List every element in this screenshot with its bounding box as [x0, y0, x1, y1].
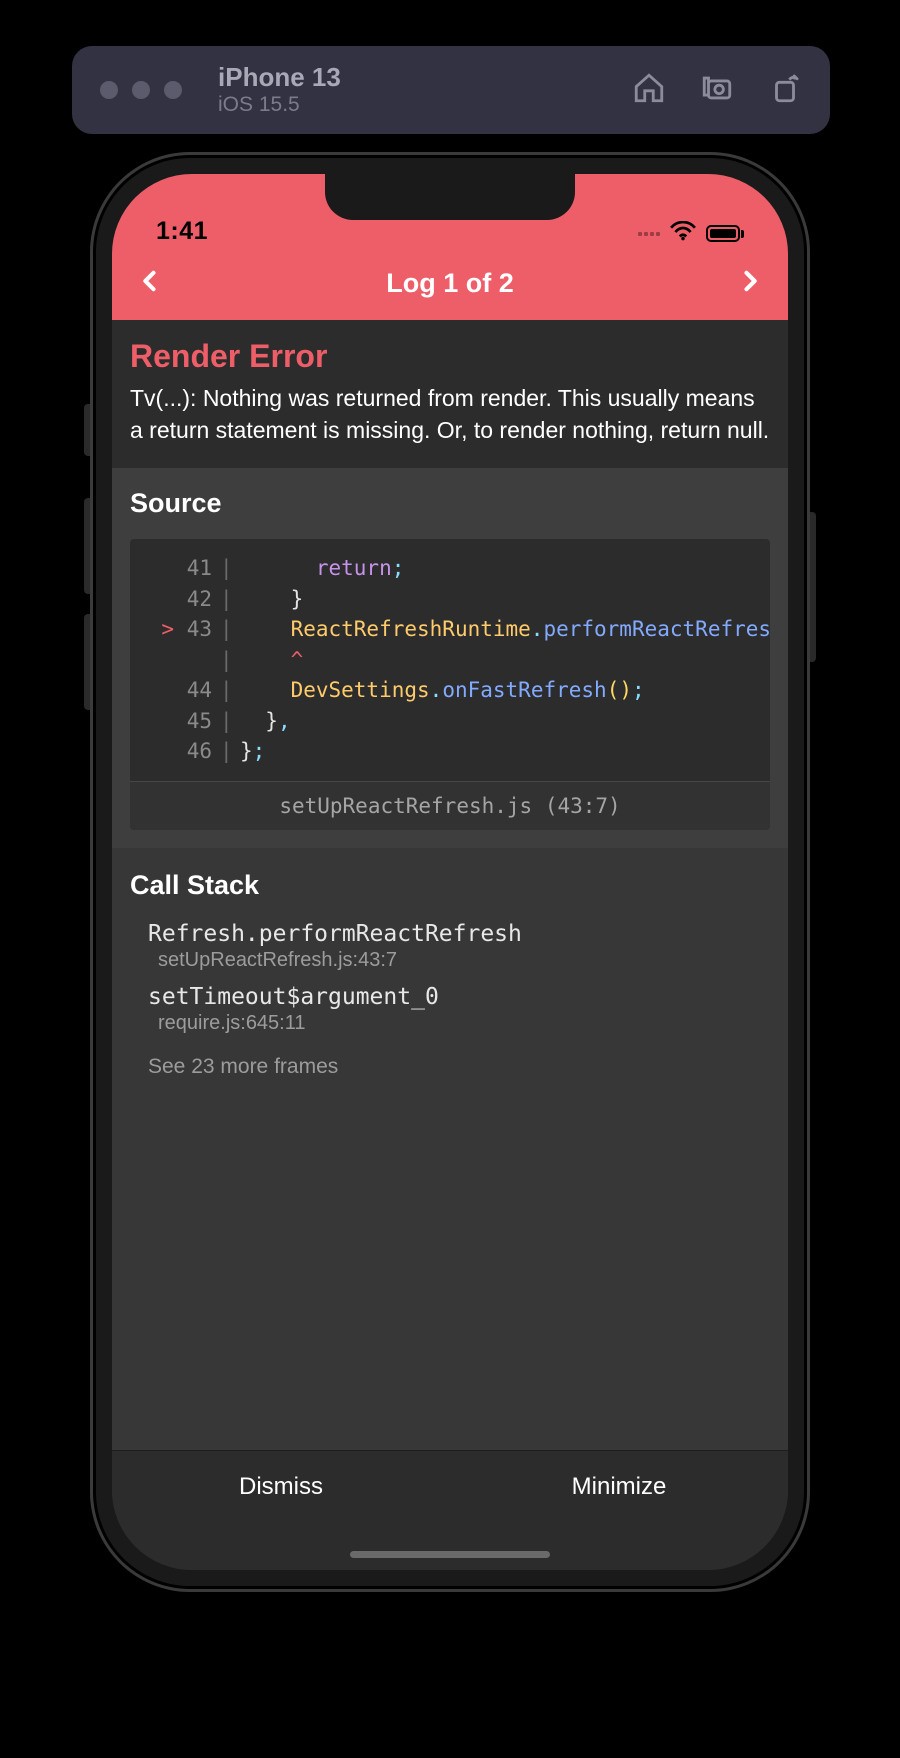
share-icon[interactable]: [768, 71, 802, 110]
code-gutter: > 43: [130, 614, 220, 644]
stack-frame-function: setTimeout$argument_0: [148, 984, 770, 1010]
code-content: ReactRefreshRuntime.performReactRefresh: [240, 614, 770, 644]
window-zoom-dot[interactable]: [164, 81, 182, 99]
error-box: Render Error Tv(...): Nothing was return…: [112, 320, 788, 468]
code-pipe: |: [220, 675, 240, 705]
code-pipe: |: [220, 736, 240, 766]
code-pipe: |: [220, 584, 240, 614]
battery-icon: [706, 225, 744, 242]
code-gutter: 41: [130, 553, 220, 583]
code-gutter: 44: [130, 675, 220, 705]
code-pipe: |: [220, 706, 240, 736]
call-stack-header: Call Stack: [130, 848, 770, 915]
log-counter: Log 1 of 2: [386, 268, 514, 299]
notch: [325, 174, 575, 220]
home-indicator[interactable]: [350, 1551, 550, 1558]
source-location: setUpReactRefresh.js (43:7): [130, 781, 770, 830]
error-title: Render Error: [130, 338, 770, 375]
os-version: iOS 15.5: [218, 92, 341, 117]
window-close-dot[interactable]: [100, 81, 118, 99]
see-more-frames[interactable]: See 23 more frames: [130, 1041, 770, 1079]
screenshot-icon[interactable]: [700, 71, 734, 110]
next-log-button[interactable]: [736, 267, 764, 300]
simulator-title: iPhone 13 iOS 15.5: [218, 63, 341, 117]
window-traffic-lights[interactable]: [100, 81, 182, 99]
source-header: Source: [112, 468, 788, 539]
error-message: Tv(...): Nothing was returned from rende…: [130, 383, 770, 446]
phone-frame: 1:41: [90, 152, 810, 1592]
device-name: iPhone 13: [218, 63, 341, 92]
code-line: 45| },: [130, 706, 770, 736]
window-minimize-dot[interactable]: [132, 81, 150, 99]
mute-switch: [84, 404, 90, 456]
status-time: 1:41: [156, 217, 208, 246]
stack-frame[interactable]: setTimeout$argument_0require.js:645:11: [130, 978, 770, 1041]
code-line: > 43| ReactRefreshRuntime.performReactRe…: [130, 614, 770, 644]
code-line: 44| DevSettings.onFastRefresh();: [130, 675, 770, 705]
code-gutter: 46: [130, 736, 220, 766]
volume-down-button: [84, 614, 90, 710]
stack-frame[interactable]: Refresh.performReactRefreshsetUpReactRef…: [130, 915, 770, 978]
code-box[interactable]: 41| return;42| }> 43| ReactRefreshRuntim…: [130, 539, 770, 829]
code-gutter: 45: [130, 706, 220, 736]
code-content: DevSettings.onFastRefresh();: [240, 675, 770, 705]
cellular-icon: [638, 232, 660, 236]
home-icon[interactable]: [632, 71, 666, 110]
code-line: 41| return;: [130, 553, 770, 583]
stack-frame-location: setUpReactRefresh.js:43:7: [148, 947, 770, 972]
code-pipe: |: [220, 614, 240, 644]
prev-log-button[interactable]: [136, 267, 164, 300]
log-nav-bar: Log 1 of 2: [112, 254, 788, 320]
code-content: return;: [240, 553, 770, 583]
code-line: 46|};: [130, 736, 770, 766]
stack-frame-location: require.js:645:11: [148, 1010, 770, 1035]
code-content: }: [240, 584, 770, 614]
code-content: ^: [240, 645, 770, 675]
code-pipe: |: [220, 645, 240, 675]
call-stack-block: Call Stack Refresh.performReactRefreshse…: [112, 848, 788, 1097]
code-content: },: [240, 706, 770, 736]
power-button: [810, 512, 816, 662]
source-block: 41| return;42| }> 43| ReactRefreshRuntim…: [112, 539, 788, 847]
wifi-icon: [670, 221, 696, 246]
stack-frame-function: Refresh.performReactRefresh: [148, 921, 770, 947]
code-line: 42| }: [130, 584, 770, 614]
code-pipe: |: [220, 553, 240, 583]
volume-up-button: [84, 498, 90, 594]
simulator-window-bar: iPhone 13 iOS 15.5: [72, 46, 830, 134]
code-gutter: 42: [130, 584, 220, 614]
code-content: };: [240, 736, 770, 766]
code-line: | ^: [130, 645, 770, 675]
